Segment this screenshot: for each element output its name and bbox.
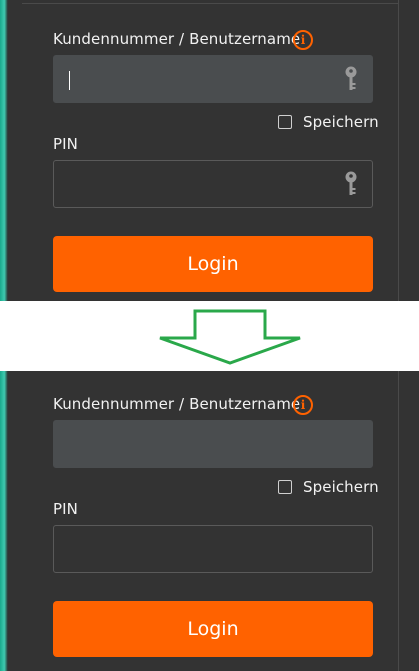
customer-number-label: Kundennummer / Benutzername xyxy=(53,30,301,48)
customer-number-label: Kundennummer / Benutzername xyxy=(53,395,301,413)
remember-label: Speichern xyxy=(303,478,379,496)
remember-label: Speichern xyxy=(303,113,379,131)
login-panel-before: Kundennummer / Benutzername i Speichern … xyxy=(0,0,419,301)
customer-number-input[interactable] xyxy=(53,420,373,468)
pin-input[interactable] xyxy=(53,525,373,573)
info-icon[interactable]: i xyxy=(293,30,313,50)
accent-edge xyxy=(0,0,8,301)
login-button[interactable]: Login xyxy=(53,601,373,657)
divider xyxy=(22,3,399,4)
login-button[interactable]: Login xyxy=(53,236,373,292)
remember-checkbox[interactable] xyxy=(278,115,292,129)
panel-border xyxy=(398,371,399,671)
panel-border xyxy=(398,0,399,301)
down-arrow-icon xyxy=(159,309,301,365)
pin-label: PIN xyxy=(53,500,78,518)
login-panel-after: Kundennummer / Benutzername i Speichern … xyxy=(0,371,419,671)
accent-edge xyxy=(0,371,8,671)
info-icon[interactable]: i xyxy=(293,395,313,415)
pin-input[interactable] xyxy=(53,160,373,208)
text-caret xyxy=(69,71,70,90)
pin-label: PIN xyxy=(53,135,78,153)
customer-number-input[interactable] xyxy=(53,55,373,103)
key-icon[interactable] xyxy=(344,171,358,197)
remember-checkbox[interactable] xyxy=(278,480,292,494)
key-icon[interactable] xyxy=(344,66,358,92)
